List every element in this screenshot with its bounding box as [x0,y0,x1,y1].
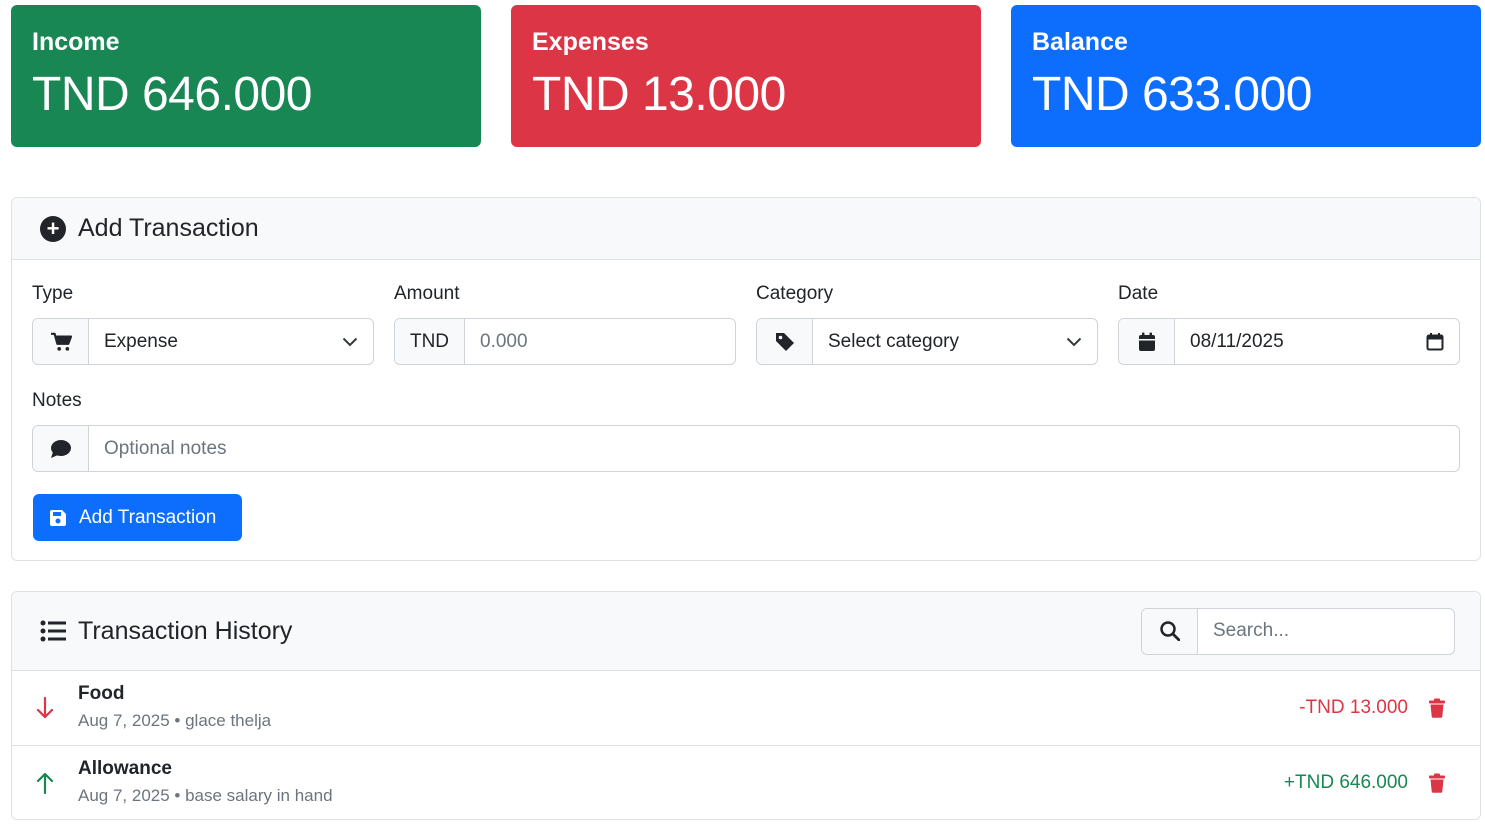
arrow-down-icon [12,697,78,719]
date-label: Date [1118,283,1159,304]
search-input[interactable]: Search... [1198,609,1454,654]
list-icon [40,620,66,642]
calendar-icon [1119,319,1175,364]
add-transaction-button[interactable]: Add Transaction [33,494,242,541]
plus-circle-icon: + [40,215,66,242]
add-transaction-title: Add Transaction [78,214,259,242]
category-select-group: Select category [756,318,1098,365]
amount-input-group: TND 0.000 [394,318,736,365]
date-input-value: 08/11/2025 [1190,330,1284,352]
transaction-row: Allowance Aug 7, 2025 • base salary in h… [12,746,1480,819]
date-input[interactable]: 08/11/2025 [1175,319,1459,364]
category-select[interactable]: Select category [813,319,1097,364]
trash-icon [1429,698,1445,718]
chevron-down-icon [342,337,358,346]
transaction-category: Allowance [78,758,172,779]
transaction-info: Food Aug 7, 2025 • glace thelja [78,681,1299,735]
cart-icon [33,319,89,364]
add-transaction-button-label: Add Transaction [79,506,217,528]
type-label: Type [32,283,74,304]
date-input-group: 08/11/2025 [1118,318,1460,365]
transaction-category: Food [78,683,125,704]
add-transaction-panel: + Add Transaction Type Expense Amount TN… [11,197,1481,561]
tag-icon [757,319,813,364]
search-group: Search... [1141,607,1455,655]
notes-input[interactable]: Optional notes [89,426,1459,471]
search-icon [1142,608,1198,654]
balance-title: Balance [1032,28,1128,56]
type-select[interactable]: Expense [89,319,373,364]
expenses-amount: TND 13.000 [532,68,786,121]
chevron-down-icon [1066,337,1082,346]
trash-icon [1429,773,1445,793]
type-select-group: Expense [32,318,374,365]
currency-addon: TND [395,319,465,364]
notes-label: Notes [32,390,82,411]
transaction-meta: Aug 7, 2025 • base salary in hand [78,786,333,805]
summary-cards: Income TND 646.000 Expenses TND 13.000 B… [11,5,1481,147]
expenses-card: Expenses TND 13.000 [511,5,981,147]
balance-amount: TND 633.000 [1032,68,1313,121]
save-icon [50,509,66,526]
arrow-up-icon [12,772,78,794]
transaction-history-header: Transaction History Search... [12,592,1480,671]
transaction-amount: -TND 13.000 [1299,697,1408,718]
balance-card: Balance TND 633.000 [1011,5,1481,147]
comment-icon [33,426,89,471]
income-card: Income TND 646.000 [11,5,481,147]
expenses-title: Expenses [532,28,649,56]
income-title: Income [32,28,120,56]
type-select-value: Expense [104,330,178,352]
income-amount: TND 646.000 [32,68,313,121]
transaction-meta: Aug 7, 2025 • glace thelja [78,711,272,730]
category-label: Category [756,283,834,304]
transaction-row: Food Aug 7, 2025 • glace thelja -TND 13.… [12,671,1480,746]
transaction-history-panel: Transaction History Search... Food Aug 7… [11,591,1481,820]
notes-input-group: Optional notes [32,425,1460,472]
transaction-amount: +TND 646.000 [1283,772,1408,793]
transaction-history-title: Transaction History [78,616,293,645]
category-select-value: Select category [828,330,959,352]
add-transaction-header: + Add Transaction [12,198,1480,260]
calendar-picker-icon[interactable] [1426,332,1444,351]
delete-transaction-button[interactable] [1428,698,1480,718]
delete-transaction-button[interactable] [1428,773,1480,793]
amount-label: Amount [394,283,460,304]
transaction-info: Allowance Aug 7, 2025 • base salary in h… [78,756,1284,810]
amount-input[interactable]: 0.000 [465,319,735,364]
